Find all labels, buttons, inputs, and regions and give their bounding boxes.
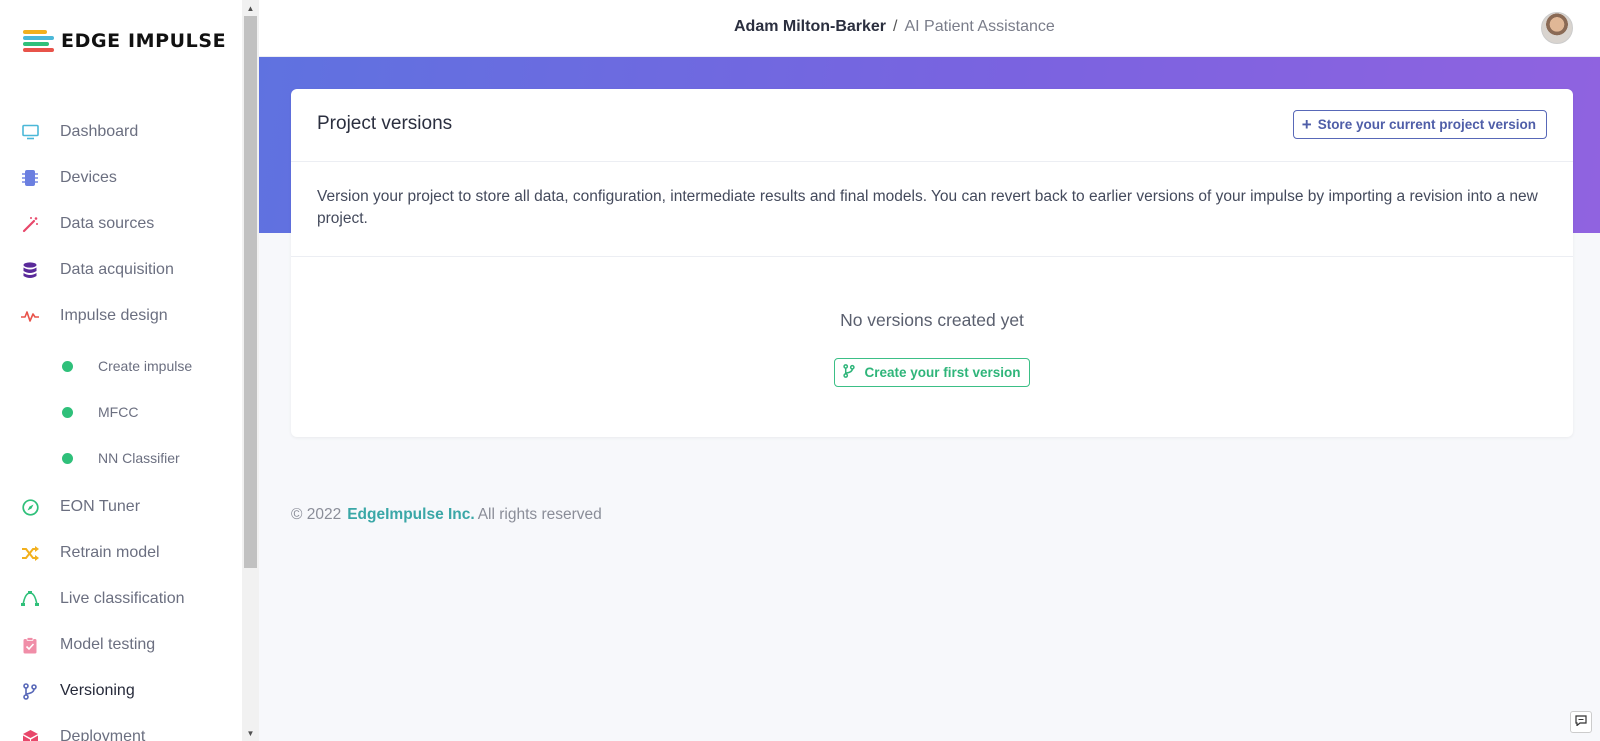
top-bar: Adam Milton-Barker / AI Patient Assistance [259, 0, 1600, 57]
breadcrumb-separator: / [893, 18, 898, 35]
status-dot-icon [62, 452, 73, 464]
sidebar-item-devices[interactable]: Devices [0, 155, 242, 201]
sidebar-item-data-sources[interactable]: Data sources [0, 201, 242, 247]
scroll-down-arrow-icon[interactable]: ▼ [242, 725, 259, 741]
plus-icon: + [1301, 115, 1312, 134]
curve-icon [21, 590, 39, 608]
edge-impulse-logo-icon [23, 29, 54, 53]
footer: © 2022 EdgeImpulse Inc. All rights reserve… [291, 506, 602, 524]
divider [291, 256, 1573, 257]
avatar[interactable] [1541, 12, 1573, 44]
chat-icon [1575, 713, 1587, 731]
card-header: Project versions + Store your current pr… [291, 89, 1573, 162]
sidebar-item-data-acquisition[interactable]: Data acquisition [0, 247, 242, 293]
store-version-button[interactable]: + Store your current project version [1292, 110, 1547, 139]
sidebar-subitem-nn-classifier[interactable]: NN Classifier [0, 435, 242, 481]
status-dot-icon [62, 360, 73, 372]
sidebar-item-eon-tuner[interactable]: EON Tuner [0, 484, 242, 530]
breadcrumb: Adam Milton-Barker / AI Patient Assistance [734, 18, 1055, 36]
logo[interactable]: EDGE IMPULSE [23, 29, 226, 53]
footer-company-link[interactable]: EdgeImpulse Inc. [347, 506, 474, 523]
project-versions-card: Project versions + Store your current pr… [291, 89, 1573, 437]
feedback-button[interactable] [1570, 711, 1592, 733]
scroll-up-arrow-icon[interactable]: ▲ [242, 0, 259, 16]
branch-icon [843, 364, 856, 381]
scroll-thumb[interactable] [244, 16, 257, 568]
empty-state-text: No versions created yet [840, 310, 1024, 330]
database-icon [21, 261, 39, 279]
sidebar-subitem-mfcc[interactable]: MFCC [0, 389, 242, 435]
branch-icon [21, 682, 39, 700]
sidebar-item-model-testing[interactable]: Model testing [0, 622, 242, 668]
sidebar-item-versioning[interactable]: Versioning [0, 668, 242, 714]
sidebar-subitem-create-impulse[interactable]: Create impulse [0, 343, 242, 389]
status-dot-icon [62, 406, 73, 418]
sidebar-item-dashboard[interactable]: Dashboard [0, 109, 242, 155]
create-first-version-button[interactable]: Create your first version [834, 358, 1030, 387]
compass-icon [21, 498, 39, 516]
versioning-description: Version your project to store all data, … [317, 188, 1538, 227]
page-title: Project versions [317, 113, 453, 134]
sidebar-item-deployment[interactable]: Deployment [0, 714, 242, 741]
sidebar-item-impulse-design[interactable]: Impulse design [0, 293, 242, 339]
sidebar-item-live-classification[interactable]: Live classification [0, 576, 242, 622]
sidebar-item-retrain-model[interactable]: Retrain model [0, 530, 242, 576]
breadcrumb-project[interactable]: AI Patient Assistance [904, 18, 1054, 35]
breadcrumb-user[interactable]: Adam Milton-Barker [734, 18, 886, 35]
footer-rights: All rights reserved [477, 506, 602, 523]
footer-copyright: © 2022 [291, 506, 342, 523]
pulse-icon [21, 307, 39, 325]
clipboard-check-icon [21, 636, 39, 654]
shuffle-icon [21, 544, 39, 562]
magic-wand-icon [21, 215, 39, 233]
store-version-label: Store your current project version [1317, 117, 1536, 132]
create-first-version-label: Create your first version [864, 365, 1021, 380]
sidebar-scrollbar[interactable]: ▲ ▼ [242, 0, 259, 741]
logo-text: EDGE IMPULSE [61, 30, 227, 52]
box-icon [21, 728, 39, 741]
sidebar: EDGE IMPULSE Dashboard Devices Data sour… [0, 0, 242, 741]
chip-icon [21, 169, 39, 187]
monitor-icon [21, 123, 39, 141]
